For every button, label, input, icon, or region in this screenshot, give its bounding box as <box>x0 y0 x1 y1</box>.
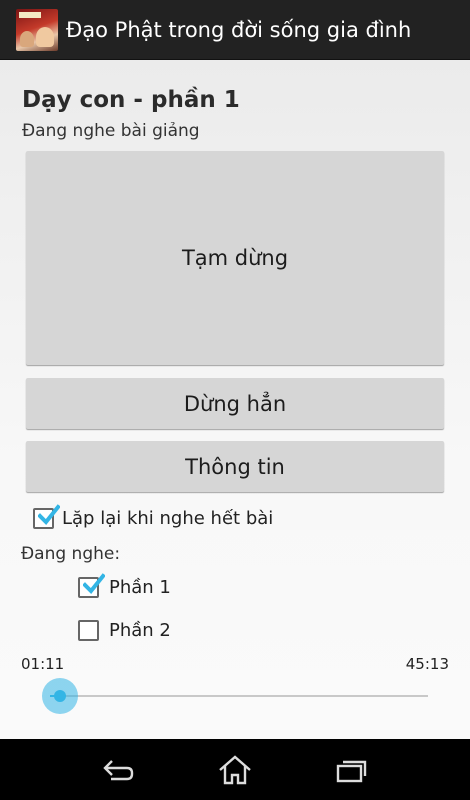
info-button[interactable]: Thông tin <box>26 441 444 492</box>
repeat-checkbox[interactable] <box>33 504 60 529</box>
back-button[interactable] <box>88 745 148 795</box>
recents-icon <box>336 760 366 782</box>
part-1-checkbox[interactable] <box>78 573 105 598</box>
seek-bar[interactable] <box>50 695 428 697</box>
main-content: Dạy con - phần 1 Đang nghe bài giảng Tạm… <box>0 60 470 739</box>
action-bar: Đạo Phật trong đời sống gia đình <box>0 0 470 60</box>
lesson-title: Dạy con - phần 1 <box>22 87 240 113</box>
checkmark-icon <box>38 504 60 525</box>
repeat-label: Lặp lại khi nghe hết bài <box>62 508 274 529</box>
lesson-status: Đang nghe bài giảng <box>22 121 200 141</box>
part-1-label: Phần 1 <box>109 577 171 598</box>
total-time: 45:13 <box>405 655 449 673</box>
seek-thumb[interactable] <box>41 678 78 714</box>
part-2-label: Phần 2 <box>109 620 171 641</box>
home-icon <box>219 754 251 784</box>
back-icon <box>103 759 134 780</box>
pause-button[interactable]: Tạm dừng <box>26 151 444 365</box>
home-button[interactable] <box>205 745 265 795</box>
checkmark-icon <box>83 573 105 594</box>
part-2-checkbox[interactable] <box>78 620 99 641</box>
system-nav-bar <box>0 739 470 800</box>
recents-button[interactable] <box>322 745 382 795</box>
app-logo-icon[interactable] <box>16 8 58 51</box>
stop-button[interactable]: Dừng hẳn <box>26 378 444 429</box>
app-title: Đạo Phật trong đời sống gia đình <box>66 17 412 42</box>
listening-heading: Đang nghe: <box>21 544 121 564</box>
current-time: 01:11 <box>21 655 65 673</box>
